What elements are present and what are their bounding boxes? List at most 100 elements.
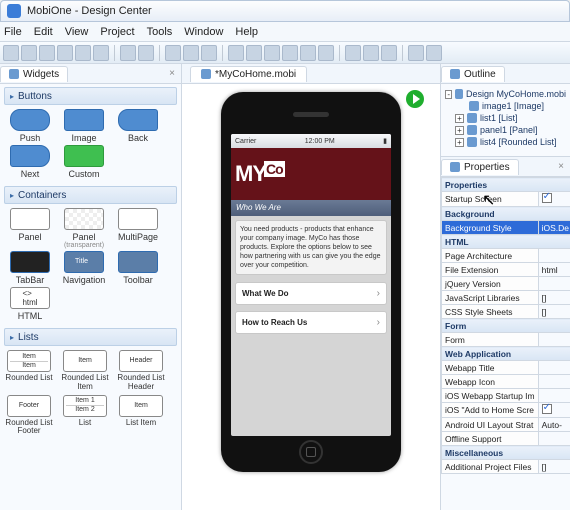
file-icon: [201, 69, 211, 79]
toolbar-button[interactable]: [57, 45, 73, 61]
canvas-tab[interactable]: *MyCoHome.mobi: [190, 66, 307, 82]
widget-multipage[interactable]: MultiPage: [112, 208, 164, 249]
property-category: Web Application: [442, 347, 570, 361]
toolbar-button[interactable]: [363, 45, 379, 61]
property-row[interactable]: Webapp Icon: [442, 375, 570, 389]
outline-node[interactable]: +list4 [Rounded List]: [445, 136, 566, 148]
toolbar-button[interactable]: [39, 45, 55, 61]
phone-speaker-icon: [293, 112, 329, 117]
widget-image-button[interactable]: Image: [58, 109, 110, 143]
widget-list[interactable]: Item 1Item 2List: [60, 395, 110, 437]
widget-tabbar[interactable]: TabBar: [4, 251, 56, 285]
toolbar-button[interactable]: [282, 45, 298, 61]
toolbar-button[interactable]: [426, 45, 442, 61]
property-row[interactable]: iOS Webapp Startup Im: [442, 389, 570, 403]
menu-file[interactable]: File: [4, 26, 22, 38]
widgets-tab[interactable]: Widgets: [0, 66, 68, 82]
description-panel[interactable]: You need products - products that enhanc…: [235, 220, 387, 275]
toolbar-button[interactable]: [183, 45, 199, 61]
properties-tab-label: Properties: [464, 162, 510, 173]
toolbar-button[interactable]: [120, 45, 136, 61]
widget-toolbar[interactable]: Toolbar: [112, 251, 164, 285]
widget-panel-transparent[interactable]: Panel(transparent): [58, 208, 110, 249]
run-button[interactable]: [406, 90, 424, 108]
toolbar-button[interactable]: [93, 45, 109, 61]
phone-frame: Carrier 12:00 PM ▮ MYCo Who We Are You n…: [221, 92, 401, 472]
outline-node[interactable]: +list1 [List]: [445, 112, 566, 124]
widget-rounded-list-item[interactable]: ItemRounded List Item: [60, 350, 110, 392]
widget-rounded-list[interactable]: ItemItemRounded List: [4, 350, 54, 392]
widget-back-button[interactable]: Back: [112, 109, 164, 143]
properties-panel: Properties × PropertiesStartup ScreenBac…: [441, 157, 570, 510]
property-category: Background: [442, 207, 570, 221]
property-category: Form: [442, 319, 570, 333]
main-toolbar: [0, 42, 570, 64]
toolbar-button[interactable]: [21, 45, 37, 61]
widget-next-button[interactable]: Next: [4, 145, 56, 179]
checkbox-icon[interactable]: [542, 404, 552, 414]
subheader[interactable]: Who We Are: [231, 200, 391, 216]
property-row[interactable]: Startup Screen: [442, 192, 570, 207]
widget-rounded-list-header[interactable]: HeaderRounded List Header: [116, 350, 166, 392]
menu-view[interactable]: View: [65, 26, 89, 38]
section-containers[interactable]: Containers: [4, 186, 177, 204]
menu-edit[interactable]: Edit: [34, 26, 53, 38]
toolbar-button[interactable]: [75, 45, 91, 61]
node-icon: [469, 101, 479, 111]
logo-banner[interactable]: MYCo: [231, 148, 391, 200]
phone-screen[interactable]: Carrier 12:00 PM ▮ MYCo Who We Are You n…: [231, 134, 391, 436]
property-row[interactable]: Page Architecture: [442, 249, 570, 263]
toolbar-button[interactable]: [228, 45, 244, 61]
property-row[interactable]: Form: [442, 333, 570, 347]
property-row[interactable]: JavaScript Libraries[]: [442, 291, 570, 305]
property-row[interactable]: Android UI Layout StratAuto-: [442, 418, 570, 432]
toolbar-button[interactable]: [408, 45, 424, 61]
toolbar-button[interactable]: [138, 45, 154, 61]
widget-rounded-list-footer[interactable]: FooterRounded List Footer: [4, 395, 54, 437]
property-row[interactable]: Webapp Title: [442, 361, 570, 375]
toolbar-button[interactable]: [318, 45, 334, 61]
menu-project[interactable]: Project: [100, 26, 134, 38]
outline-node[interactable]: +panel1 [Panel]: [445, 124, 566, 136]
property-row[interactable]: Additional Project Files[]: [442, 460, 570, 474]
close-icon[interactable]: ×: [169, 68, 175, 79]
menu-tools[interactable]: Tools: [147, 26, 173, 38]
widget-push-button[interactable]: Push: [4, 109, 56, 143]
property-row[interactable]: jQuery Version: [442, 277, 570, 291]
property-row[interactable]: iOS "Add to Home Scre: [442, 403, 570, 418]
outline-tab-label: Outline: [464, 69, 496, 80]
link-how-to-reach-us[interactable]: How to Reach Us: [235, 311, 387, 334]
title-bar: MobiOne - Design Center: [0, 0, 570, 22]
outline-node[interactable]: -Design MyCoHome.mobi: [445, 88, 566, 100]
section-buttons[interactable]: Buttons: [4, 87, 177, 105]
widget-custom-button[interactable]: Custom: [58, 145, 110, 179]
property-row[interactable]: CSS Style Sheets[]: [442, 305, 570, 319]
section-lists[interactable]: Lists: [4, 328, 177, 346]
property-row[interactable]: Offline Support: [442, 432, 570, 446]
toolbar-button[interactable]: [300, 45, 316, 61]
link-what-we-do[interactable]: What We Do: [235, 282, 387, 305]
design-canvas: *MyCoHome.mobi Carrier 12:00 PM ▮ MYCo W…: [182, 64, 440, 510]
property-row[interactable]: File Extensionhtml: [442, 263, 570, 277]
toolbar-button[interactable]: [201, 45, 217, 61]
menu-window[interactable]: Window: [184, 26, 223, 38]
widget-list-item[interactable]: ItemList Item: [116, 395, 166, 437]
property-row[interactable]: Background StyleiOS.De: [442, 221, 570, 235]
widget-navigation[interactable]: Navigation: [58, 251, 110, 285]
outline-node[interactable]: image1 [Image]: [445, 100, 566, 112]
toolbar-button[interactable]: [3, 45, 19, 61]
menu-help[interactable]: Help: [235, 26, 258, 38]
close-icon[interactable]: ×: [558, 161, 564, 172]
toolbar-button[interactable]: [246, 45, 262, 61]
widget-panel[interactable]: Panel: [4, 208, 56, 249]
toolbar-button[interactable]: [165, 45, 181, 61]
toolbar-button[interactable]: [345, 45, 361, 61]
toolbar-button[interactable]: [381, 45, 397, 61]
checkbox-icon[interactable]: [542, 193, 552, 203]
properties-tab[interactable]: Properties: [441, 159, 519, 175]
node-icon: [455, 89, 463, 99]
toolbar-button[interactable]: [264, 45, 280, 61]
widget-html[interactable]: <>htmlHTML: [4, 287, 56, 321]
outline-tab[interactable]: Outline: [441, 66, 505, 82]
outline-panel: Outline -Design MyCoHome.mobiimage1 [Ima…: [441, 64, 570, 157]
